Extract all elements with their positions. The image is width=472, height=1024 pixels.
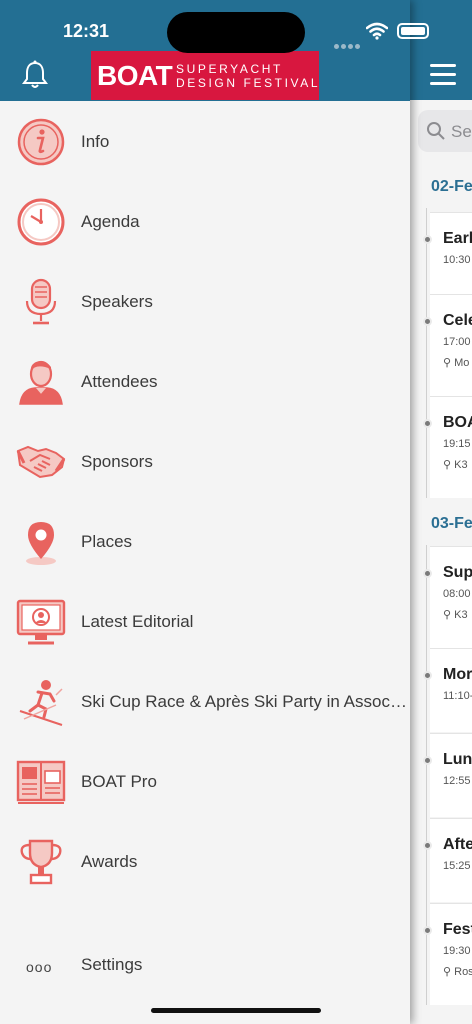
- clock-icon: [17, 198, 65, 246]
- menu-item-label: BOAT Pro: [81, 772, 157, 791]
- event-title: Fest: [443, 921, 472, 938]
- agenda-event[interactable]: Afte 15:25: [420, 818, 472, 902]
- event-title: Sup: [443, 564, 472, 581]
- menu-item-label: Latest Editorial: [81, 612, 194, 631]
- event-title: Cele: [443, 312, 472, 329]
- more-dots-icon: ooo: [26, 959, 53, 975]
- menu-item-agenda[interactable]: Agenda: [0, 181, 410, 261]
- menu-item-label: Info: [81, 132, 110, 151]
- timeline-dot: [423, 235, 432, 244]
- search-icon: [427, 122, 445, 140]
- menu-item-settings[interactable]: ooo Settings: [0, 940, 410, 990]
- event-time: 15:25: [443, 860, 471, 872]
- menu-item-speakers[interactable]: Speakers: [0, 261, 410, 341]
- dynamic-island: [167, 12, 305, 53]
- timeline-dot: [423, 317, 432, 326]
- home-indicator: [151, 1008, 321, 1013]
- magazine-icon: [16, 760, 66, 804]
- logo-brand: BOAT: [97, 60, 173, 91]
- timeline-dot: [423, 756, 432, 765]
- event-time: 19:15: [443, 438, 471, 450]
- menu-item-label: Attendees: [81, 372, 158, 391]
- date-header: 03-Fe: [431, 515, 472, 532]
- search-input[interactable]: Sea: [418, 110, 472, 152]
- timeline-dot: [423, 569, 432, 578]
- event-title: Lun: [443, 751, 472, 768]
- agenda-event[interactable]: BOA 19:15 ⚲ K3: [420, 396, 472, 498]
- event-place-text: K3: [454, 459, 468, 471]
- menu-item-label: Settings: [81, 955, 143, 974]
- agenda-event[interactable]: Mor 11:10-: [420, 648, 472, 732]
- agenda-event[interactable]: Earl 10:30: [420, 212, 472, 294]
- trophy-icon: [20, 839, 62, 885]
- event-place-text: Mo: [454, 357, 470, 369]
- skier-icon: [19, 680, 63, 726]
- info-icon: [17, 118, 65, 166]
- logo-line2: DESIGN FESTIVAL: [176, 76, 321, 90]
- search-placeholder: Sea: [451, 122, 472, 141]
- menu-item-label: Awards: [81, 852, 138, 871]
- event-place: ⚲ Ros: [443, 966, 472, 978]
- handshake-icon: [16, 445, 66, 479]
- timeline-dot: [423, 841, 432, 850]
- menu-item-label: Speakers: [81, 292, 153, 311]
- menu-item-label: Ski Cup Race & Après Ski Party in Associ…: [81, 692, 407, 711]
- event-place-text: K3: [454, 609, 468, 621]
- bell-icon[interactable]: [22, 60, 48, 90]
- event-time: 10:30: [443, 254, 471, 266]
- event-time: 19:30: [443, 945, 471, 957]
- event-time: 12:55: [443, 775, 471, 787]
- wifi-icon: [366, 22, 388, 40]
- event-place: ⚲ K3: [443, 459, 468, 471]
- timeline-dot: [423, 419, 432, 428]
- agenda-event[interactable]: Fest 19:30 ⚲ Ros: [420, 903, 472, 1005]
- agenda-event[interactable]: Lun 12:55: [420, 733, 472, 817]
- timeline-dot: [423, 671, 432, 680]
- agenda-event[interactable]: Sup 08:00 ⚲ K3: [420, 546, 472, 648]
- event-time: 08:00: [443, 588, 471, 600]
- timeline-dot: [423, 926, 432, 935]
- menu-item-info[interactable]: Info: [0, 101, 410, 181]
- event-time: 17:00: [443, 336, 471, 348]
- menu-item-awards[interactable]: Awards: [0, 821, 410, 901]
- navigation-drawer: BOAT SUPERYACHT DESIGN FESTIVAL Info Age…: [0, 0, 410, 1024]
- menu-item-label: Sponsors: [81, 452, 153, 471]
- event-title: Afte: [443, 836, 472, 853]
- date-header: 02-Fe: [431, 178, 472, 195]
- agenda-event[interactable]: Cele 17:00 ⚲ Mo: [420, 294, 472, 396]
- event-title: BOA: [443, 414, 472, 431]
- event-place-text: Ros: [454, 966, 472, 978]
- map-pin-icon: [26, 522, 56, 565]
- microphone-icon: [25, 278, 57, 325]
- cellular-signal-icon: [334, 36, 362, 54]
- menu-item-sponsors[interactable]: Sponsors: [0, 421, 410, 501]
- monitor-icon: [16, 599, 66, 645]
- menu-item-attendees[interactable]: Attendees: [0, 341, 410, 421]
- event-place: ⚲ Mo: [443, 357, 470, 369]
- menu-item-latest-editorial[interactable]: Latest Editorial: [0, 581, 410, 661]
- menu-item-label: Agenda: [81, 212, 140, 231]
- battery-icon: [397, 23, 429, 39]
- hamburger-menu-icon[interactable]: [430, 64, 456, 86]
- boat-festival-logo: BOAT SUPERYACHT DESIGN FESTIVAL: [91, 51, 319, 100]
- event-place: ⚲ K3: [443, 609, 468, 621]
- menu-item-places[interactable]: Places: [0, 501, 410, 581]
- menu-item-label: Places: [81, 532, 133, 551]
- person-icon: [19, 360, 63, 405]
- menu-item-ski-cup[interactable]: Ski Cup Race & Après Ski Party in Associ…: [0, 661, 410, 741]
- event-title: Mor: [443, 666, 472, 683]
- logo-line1: SUPERYACHT: [176, 62, 283, 76]
- menu-item-boat-pro[interactable]: BOAT Pro: [0, 741, 410, 821]
- event-time: 11:10-: [443, 690, 472, 702]
- status-time: 12:31: [63, 21, 110, 41]
- event-title: Earl: [443, 230, 472, 247]
